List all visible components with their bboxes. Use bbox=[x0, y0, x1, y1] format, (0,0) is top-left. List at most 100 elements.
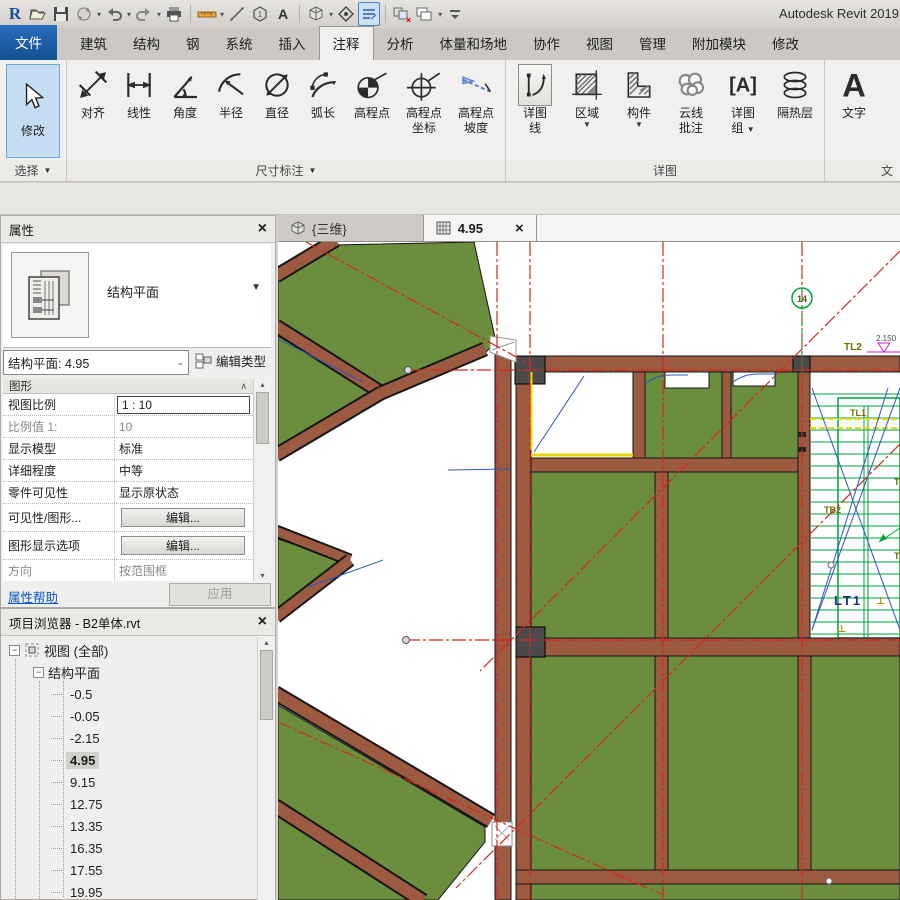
tree-level--2.15[interactable]: -2.15 bbox=[51, 728, 104, 748]
print-icon[interactable] bbox=[163, 2, 185, 26]
tool-spot-elevation[interactable]: 高程点 bbox=[346, 62, 398, 121]
section-collapse-icon[interactable]: ∧ bbox=[240, 381, 247, 392]
panel-label-select[interactable]: 选择▼ bbox=[0, 160, 66, 181]
tool-text[interactable]: A 文字 bbox=[828, 62, 880, 121]
tree-level-17.55[interactable]: 17.55 bbox=[51, 860, 107, 880]
level-label[interactable]: -2.15 bbox=[66, 730, 104, 747]
tree-node-views[interactable]: − 视图 (全部) bbox=[9, 640, 108, 660]
ribbon-tab-文件[interactable]: 文件 bbox=[0, 25, 57, 60]
plan-canvas[interactable]: 14 2.150 TL2 TL1 TB2 T T LT1 ⊥ ⊥ bbox=[278, 242, 900, 900]
ribbon-tab-修改[interactable]: 修改 bbox=[759, 27, 812, 60]
tree-level--0.5[interactable]: -0.5 bbox=[51, 684, 96, 704]
ribbon-tab-系统[interactable]: 系统 bbox=[213, 27, 266, 60]
tool-spot-coordinate[interactable]: 高程点 坐标 bbox=[398, 62, 450, 136]
section-icon[interactable] bbox=[335, 2, 357, 26]
tool-detail-line[interactable]: 详图 线 bbox=[509, 62, 561, 136]
tool-detail-group[interactable]: [A] 详图 组 ▼ bbox=[717, 62, 769, 136]
level-label[interactable]: 9.15 bbox=[66, 774, 99, 791]
panel-label-dimension[interactable]: 尺寸标注▼ bbox=[67, 160, 505, 181]
ribbon-tab-体量和场地[interactable]: 体量和场地 bbox=[427, 27, 521, 60]
redo-dropdown-icon[interactable]: ▾ bbox=[157, 10, 161, 19]
text-icon[interactable]: A bbox=[272, 2, 294, 26]
view-tab-3d[interactable]: {三维} bbox=[278, 215, 424, 241]
apply-button[interactable]: 应用 bbox=[169, 583, 271, 606]
ribbon-tab-钢[interactable]: 钢 bbox=[173, 27, 213, 60]
level-label[interactable]: 4.95 bbox=[66, 752, 99, 769]
level-label[interactable]: 19.95 bbox=[66, 884, 107, 900]
ribbon-tab-结构[interactable]: 结构 bbox=[120, 27, 173, 60]
tree-level-13.35[interactable]: 13.35 bbox=[51, 816, 107, 836]
ribbon-tab-注释[interactable]: 注释 bbox=[319, 26, 374, 60]
sync-dropdown-icon[interactable]: ▾ bbox=[97, 10, 101, 19]
edit-type-button[interactable]: 编辑类型 bbox=[195, 351, 266, 370]
tool-dim-diameter[interactable]: 直径 bbox=[254, 62, 300, 121]
collapse-icon[interactable]: − bbox=[33, 667, 44, 678]
ribbon-tab-建筑[interactable]: 建筑 bbox=[67, 27, 120, 60]
ribbon-tab-分析[interactable]: 分析 bbox=[374, 27, 427, 60]
tree-level-12.75[interactable]: 12.75 bbox=[51, 794, 107, 814]
edit-button[interactable]: 编辑... bbox=[121, 536, 245, 555]
beam-tags[interactable]: TL2 TL1 TB2 T T LT1 ⊥ ⊥ bbox=[824, 342, 900, 635]
type-selector-dropdown-icon[interactable]: ▼ bbox=[251, 282, 261, 293]
tree-level--0.05[interactable]: -0.05 bbox=[51, 706, 104, 726]
close-hidden-windows-icon[interactable]: × bbox=[391, 2, 413, 26]
edit-button[interactable]: 编辑... bbox=[121, 508, 245, 527]
modify-button[interactable]: 修改 bbox=[6, 64, 60, 158]
open-icon[interactable] bbox=[27, 2, 49, 26]
customize-toolbar-icon[interactable] bbox=[444, 2, 466, 26]
sync-icon[interactable] bbox=[73, 2, 95, 26]
save-icon[interactable] bbox=[50, 2, 72, 26]
ribbon-tab-附加模块[interactable]: 附加模块 bbox=[679, 27, 759, 60]
tool-dim-aligned[interactable]: 对齐 bbox=[70, 62, 116, 121]
level-label[interactable]: 13.35 bbox=[66, 818, 107, 835]
property-value[interactable]: 10 bbox=[115, 420, 253, 434]
ribbon-tab-协作[interactable]: 协作 bbox=[520, 27, 573, 60]
undo-dropdown-icon[interactable]: ▾ bbox=[127, 10, 131, 19]
thin-lines-icon[interactable] bbox=[358, 2, 380, 26]
measure-dropdown-icon[interactable]: ▾ bbox=[220, 10, 224, 19]
tool-revision-cloud[interactable]: 云线 批注 bbox=[665, 62, 717, 136]
switch-windows-dropdown-icon[interactable]: ▾ bbox=[438, 10, 442, 19]
browser-scrollbar[interactable]: ▴ bbox=[257, 637, 275, 900]
redo-icon[interactable] bbox=[133, 2, 155, 26]
tool-spot-slope[interactable]: 高程点 坡度 bbox=[450, 62, 502, 136]
tree-node-structural-plans[interactable]: − 结构平面 bbox=[33, 662, 100, 682]
instance-selector[interactable]: 结构平面: 4.95 ⌄ bbox=[3, 350, 189, 375]
level-label[interactable]: -0.5 bbox=[66, 686, 96, 703]
properties-help-link[interactable]: 属性帮助 bbox=[8, 587, 58, 606]
level-label[interactable]: -0.05 bbox=[66, 708, 104, 725]
ribbon-tab-管理[interactable]: 管理 bbox=[626, 27, 679, 60]
property-value[interactable]: 中等 bbox=[115, 462, 253, 479]
browser-scroll-thumb[interactable] bbox=[260, 650, 273, 720]
aligned-dimension-icon[interactable] bbox=[226, 2, 248, 26]
panel-label-detail[interactable]: 详图 bbox=[506, 160, 824, 181]
project-browser-close-icon[interactable]: × bbox=[258, 614, 267, 630]
level-label[interactable]: 16.35 bbox=[66, 840, 107, 857]
spot-elevation-annotation[interactable]: 2.150 bbox=[867, 334, 900, 352]
properties-close-icon[interactable]: × bbox=[258, 221, 267, 237]
tag-icon[interactable]: 1 bbox=[249, 2, 271, 26]
panel-label-text[interactable]: 文 bbox=[825, 160, 895, 181]
detail-group-dropdown-icon[interactable]: ▼ bbox=[747, 125, 755, 134]
tool-component[interactable]: 构件 ▼ bbox=[613, 62, 665, 129]
scroll-down-icon[interactable]: ▾ bbox=[254, 571, 271, 580]
tool-dim-arc-length[interactable]: 弧长 bbox=[300, 62, 346, 121]
component-dropdown-icon[interactable]: ▼ bbox=[635, 121, 643, 129]
view-tab-close-icon[interactable]: × bbox=[515, 220, 524, 237]
switch-windows-icon[interactable] bbox=[414, 2, 436, 26]
tool-insulation[interactable]: 隔热层 bbox=[769, 62, 821, 121]
properties-scrollbar[interactable]: ▴ ▾ bbox=[253, 379, 271, 581]
default-3d-view-icon[interactable] bbox=[305, 2, 327, 26]
region-dropdown-icon[interactable]: ▼ bbox=[583, 121, 591, 129]
tree-level-4.95[interactable]: 4.95 bbox=[51, 750, 99, 770]
view-dropdown-icon[interactable]: ▾ bbox=[329, 10, 333, 19]
property-value[interactable]: 显示原状态 bbox=[115, 484, 253, 501]
property-value[interactable]: 标准 bbox=[115, 440, 253, 457]
type-selector[interactable]: 结构平面 ▼ bbox=[3, 244, 271, 348]
section-header-graphics[interactable]: 图形∧ bbox=[3, 379, 253, 394]
property-value[interactable]: 按范围框 bbox=[115, 562, 253, 579]
level-label[interactable]: 12.75 bbox=[66, 796, 107, 813]
tree-level-16.35[interactable]: 16.35 bbox=[51, 838, 107, 858]
measure-icon[interactable] bbox=[196, 2, 218, 26]
level-label[interactable]: 17.55 bbox=[66, 862, 107, 879]
